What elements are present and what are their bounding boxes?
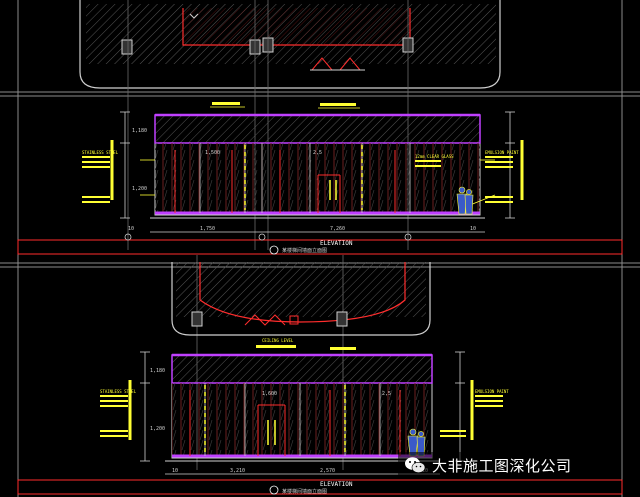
lower-dim-bottom-3: 2,570 — [320, 468, 335, 474]
lower-dim-bottom-1: 10 — [172, 468, 178, 474]
lower-ann-finish: EMULSION PAINT — [475, 389, 509, 394]
lower-dim-top-1: 1,600 — [262, 391, 277, 397]
watermark-text: 大非施工图深化公司 — [432, 456, 572, 475]
wechat-icon — [405, 457, 426, 473]
upper-dim-bottom-3: 7,260 — [330, 226, 345, 232]
elevation-upper — [17, 102, 623, 255]
lower-sub-label: 某楼梯间墙面立面图 — [282, 488, 327, 495]
upper-dim-bottom-1: 10 — [128, 226, 134, 232]
upper-sub-label: 某楼梯间墙面立面图 — [282, 247, 327, 254]
lower-dim-left-2: 1,200 — [150, 426, 165, 432]
lower-title-marker — [269, 485, 279, 495]
upper-title-marker — [269, 245, 279, 255]
upper-dim-top-1: 1,500 — [205, 150, 220, 156]
lower-dim-top-2: 2,5 — [382, 391, 391, 397]
lower-title: ELEVATION — [320, 481, 353, 488]
upper-title: ELEVATION — [320, 240, 353, 247]
cad-drawing: 1,500 2,5 1,180 1,200 10 1,750 7,260 10 … — [0, 0, 640, 497]
lower-dim-left-1: 1,180 — [150, 368, 165, 374]
lower-dim-bottom-2: 3,210 — [230, 468, 245, 474]
lower-ann-stainless: STAINLESS STEEL — [100, 389, 137, 394]
upper-ann-stainless: STAINLESS STEEL — [82, 150, 119, 155]
watermark: 大非施工图深化公司 — [398, 452, 578, 478]
lower-ann-ceiling: CEILING LEVEL — [262, 338, 294, 343]
plan-view-upper — [79, 0, 501, 89]
upper-dim-bottom-2: 1,750 — [200, 226, 215, 232]
upper-ann-finish: EMULSION PAINT — [485, 150, 519, 155]
upper-ann-glass: 12mm CLEAR GLASS — [415, 154, 454, 159]
upper-dim-left-2: 1,200 — [132, 186, 147, 192]
plan-view-lower — [171, 262, 431, 336]
upper-dim-left-1: 1,180 — [132, 128, 147, 134]
upper-dim-top-2: 2,5 — [313, 150, 322, 156]
upper-dim-bottom-4: 10 — [470, 226, 476, 232]
